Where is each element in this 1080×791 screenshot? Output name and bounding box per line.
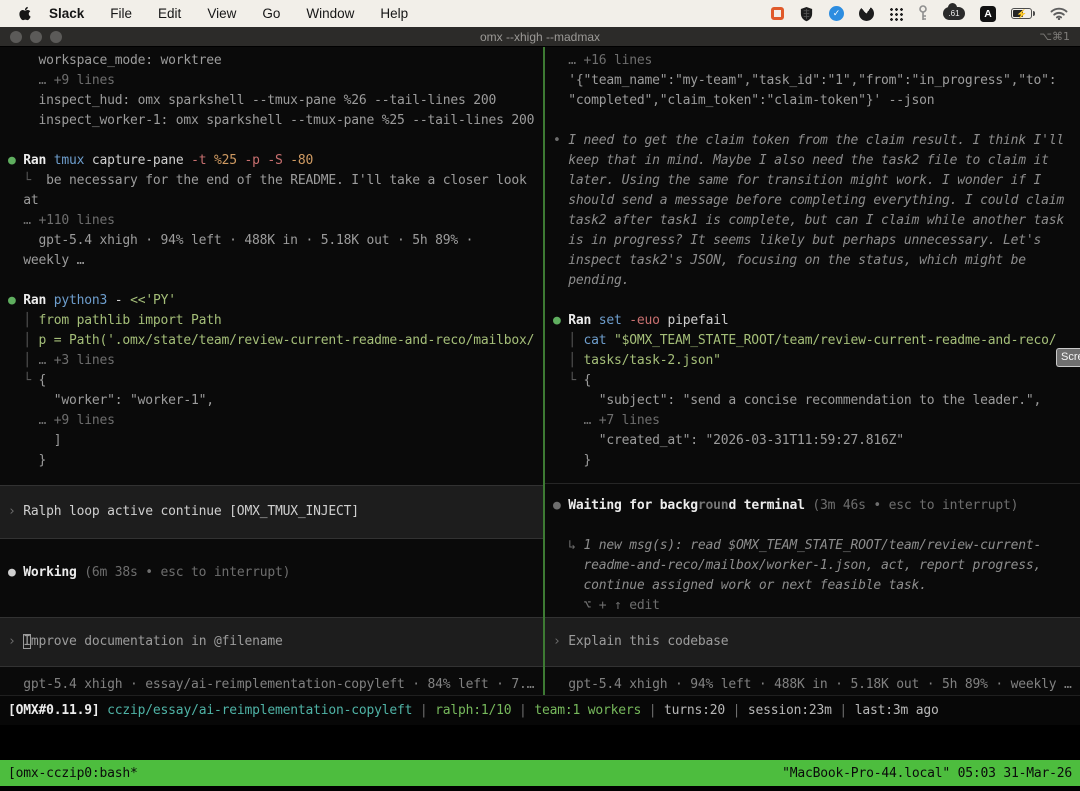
left-prompt-input[interactable]: › Improve documentation in @filename [0,617,543,667]
key-icon[interactable] [918,5,928,22]
new-message-note: ↳ 1 new msg(s): read $OMX_TEAM_STATE_ROO… [545,536,1080,616]
menu-status-icons: ✓ .61 A ⚡ [771,5,1068,22]
right-terminal-pane[interactable]: … +16 lines '{"team_name":"my-team","tas… [545,47,1080,695]
right-scrollback: … +16 lines '{"team_name":"my-team","tas… [545,51,1080,471]
inject-notice-text: › Ralph loop active continue [OMX_TMUX_I… [0,502,543,522]
menu-item-window[interactable]: Window [306,6,354,21]
terminal-empty-gap [0,725,1080,760]
window-title: omx --xhigh --madmax [0,30,1080,44]
window-title-bar: omx --xhigh --madmax ⌥⌘1 [0,27,1080,47]
window-bottom-edge [0,786,1080,791]
waiting-status-line: ● Waiting for background terminal (3m 46… [545,496,1080,516]
menu-item-file[interactable]: File [110,6,132,21]
left-terminal-pane[interactable]: workspace_mode: worktree … +9 lines insp… [0,47,543,695]
shield-icon[interactable] [799,6,814,22]
tmux-panes: workspace_mode: worktree … +9 lines insp… [0,47,1080,695]
apple-menu-icon[interactable] [18,5,32,22]
battery-icon[interactable]: ⚡ [1011,8,1035,19]
screen-recording-indicator-icon[interactable] [771,7,784,20]
macos-menu-bar: Slack File Edit View Go Window Help ✓ .6… [0,0,1080,27]
waiting-status-region: ● Waiting for background terminal (3m 46… [545,483,1080,616]
tmux-status-bar: [omx-cczip0:bash* "MacBook-Pro-44.local"… [0,760,1080,786]
menu-app-name[interactable]: Slack [49,6,84,21]
menu-item-go[interactable]: Go [262,6,280,21]
left-scrollback: workspace_mode: worktree … +9 lines insp… [0,51,543,471]
wifi-icon[interactable] [1050,7,1068,20]
grid-icon[interactable] [889,7,903,21]
window-shortcut-badge: ⌥⌘1 [1039,30,1070,43]
working-status-line: ● Working (6m 38s • esc to interrupt) [0,563,543,583]
pacman-icon[interactable] [859,6,874,21]
right-prompt-input[interactable]: › Explain this codebase [545,617,1080,667]
left-prompt-placeholder: › Improve documentation in @filename [0,632,543,652]
tmux-session-window[interactable]: [omx-cczip0:bash* [8,766,138,781]
desktop-screen: Slack File Edit View Go Window Help ✓ .6… [0,0,1080,791]
cloud-icon[interactable]: .61 [943,7,965,20]
input-source-icon[interactable]: A [980,6,996,22]
right-prompt-placeholder: › Explain this codebase [545,632,1080,652]
menu-item-help[interactable]: Help [380,6,408,21]
menu-item-edit[interactable]: Edit [158,6,181,21]
tmux-host-clock: "MacBook-Pro-44.local" 05:03 31-Mar-26 [782,766,1072,781]
right-model-status-line: gpt-5.4 xhigh · 94% left · 488K in · 5.1… [545,675,1080,695]
omx-status-bar: [OMX#0.11.9] cczip/essay/ai-reimplementa… [0,695,1080,725]
screenshot-overlay-badge: Scre [1056,348,1080,367]
menu-item-view[interactable]: View [207,6,236,21]
inject-notice-box: › Ralph loop active continue [OMX_TMUX_I… [0,485,543,539]
left-model-status-line: gpt-5.4 xhigh · essay/ai-reimplementatio… [0,675,543,695]
omx-status-text: [OMX#0.11.9] cczip/essay/ai-reimplementa… [0,701,1080,721]
sync-icon[interactable]: ✓ [829,6,844,21]
